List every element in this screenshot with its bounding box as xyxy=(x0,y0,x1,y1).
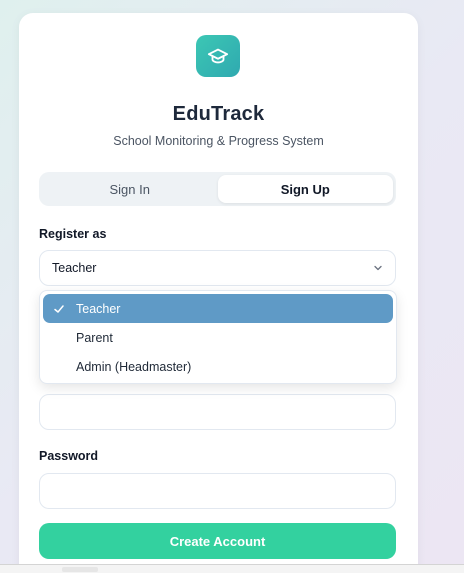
tab-sign-in[interactable]: Sign In xyxy=(42,175,218,203)
role-option-label: Admin (Headmaster) xyxy=(76,359,192,374)
chevron-down-icon xyxy=(374,265,382,271)
role-option-label: Teacher xyxy=(76,301,121,316)
password-label: Password xyxy=(39,449,99,463)
graduation-cap-icon xyxy=(207,48,229,64)
register-as-label: Register as xyxy=(39,227,107,241)
horizontal-scrollbar[interactable] xyxy=(0,564,464,573)
role-option-label: Parent xyxy=(76,330,113,345)
app-logo xyxy=(196,35,240,77)
role-option-teacher[interactable]: Teacher xyxy=(43,294,393,323)
create-account-button[interactable]: Create Account xyxy=(39,523,396,559)
scrollbar-thumb[interactable] xyxy=(62,567,98,572)
email-field[interactable] xyxy=(39,394,396,430)
tab-sign-up[interactable]: Sign Up xyxy=(217,175,393,203)
signup-card: EduTrack School Monitoring & Progress Sy… xyxy=(19,13,418,573)
role-option-parent[interactable]: Parent xyxy=(43,323,393,352)
role-select[interactable]: Teacher xyxy=(39,250,396,286)
app-title: EduTrack xyxy=(172,103,265,125)
auth-tabs: Sign In Sign Up xyxy=(39,172,396,206)
app-subtitle: School Monitoring & Progress System xyxy=(113,134,324,148)
role-select-value: Teacher xyxy=(52,261,97,275)
role-dropdown-menu: Teacher Parent Admin (Headmaster) xyxy=(39,290,397,384)
role-option-admin[interactable]: Admin (Headmaster) xyxy=(43,352,393,381)
password-field[interactable] xyxy=(39,473,396,509)
check-icon xyxy=(54,305,64,313)
